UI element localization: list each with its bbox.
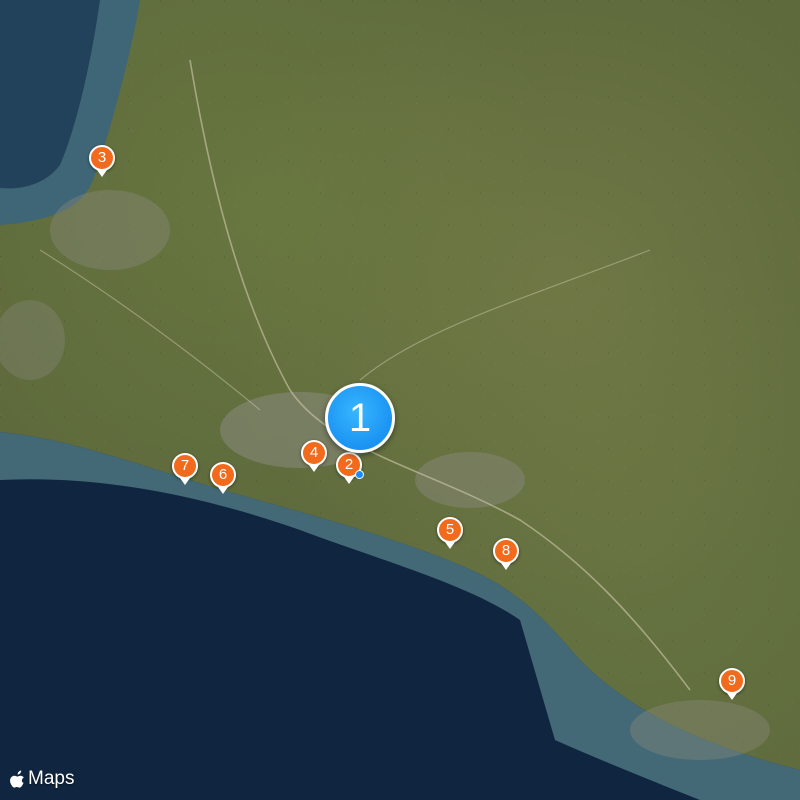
current-location-dot: [355, 470, 364, 479]
map-canvas[interactable]: 3 7 6 4 2 5 8 9 1 Maps: [0, 0, 800, 800]
map-pin-4[interactable]: 4: [301, 440, 327, 472]
cluster-pin-1[interactable]: 1: [325, 383, 395, 453]
apple-logo-icon: [10, 770, 24, 788]
map-pin-8[interactable]: 8: [493, 538, 519, 570]
map-geography: [0, 0, 800, 800]
town-area: [415, 452, 525, 508]
town-area: [50, 190, 170, 270]
town-area: [0, 300, 65, 380]
map-pin-6[interactable]: 6: [210, 462, 236, 494]
map-pin-5[interactable]: 5: [437, 517, 463, 549]
road: [359, 249, 651, 381]
maps-brand: Maps: [10, 768, 74, 790]
maps-brand-label: Maps: [28, 768, 75, 789]
map-pin-9[interactable]: 9: [719, 668, 745, 700]
town-area: [630, 700, 770, 760]
map-pin-7[interactable]: 7: [172, 453, 198, 485]
map-pin-3[interactable]: 3: [89, 145, 115, 177]
road: [39, 249, 261, 411]
